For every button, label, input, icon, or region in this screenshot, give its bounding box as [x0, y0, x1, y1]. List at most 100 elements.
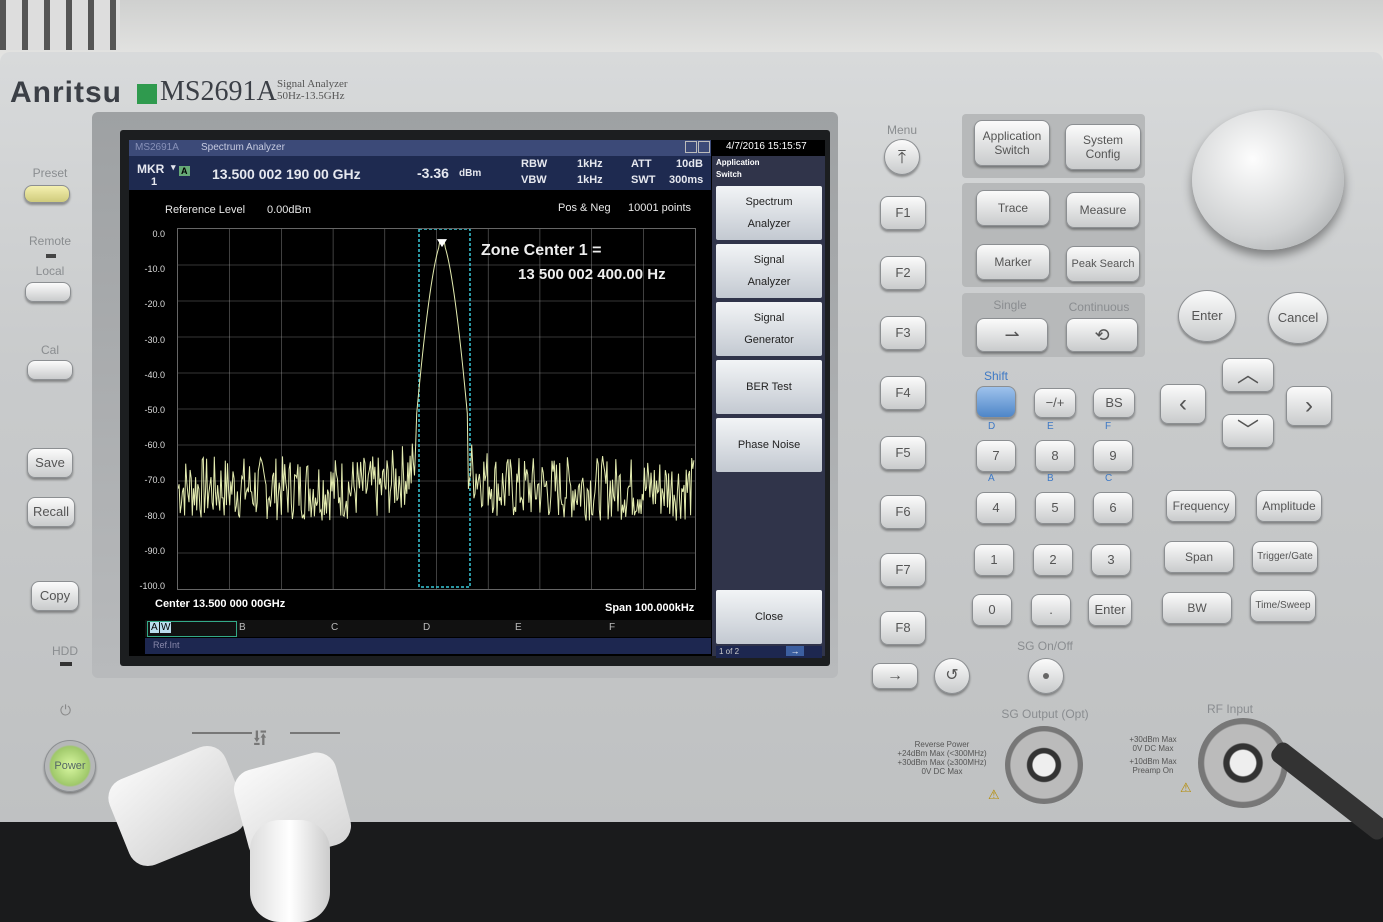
- f5-label: F5: [895, 445, 911, 460]
- measure-button[interactable]: Measure: [1066, 192, 1140, 228]
- f6-label: F6: [895, 504, 911, 519]
- trace-d-label[interactable]: D: [423, 622, 430, 633]
- right-button[interactable]: ›: [1286, 386, 1332, 426]
- span-button[interactable]: Span: [1164, 541, 1234, 573]
- bw-button[interactable]: BW: [1162, 592, 1232, 624]
- softkey-spectrum-analyzer[interactable]: Spectrum Analyzer: [716, 186, 822, 240]
- single-button[interactable]: ⇀: [976, 318, 1048, 352]
- keypad-key-label: .: [1049, 602, 1053, 617]
- trace-b-label[interactable]: B: [239, 622, 246, 633]
- shift-button[interactable]: [976, 386, 1016, 418]
- menu-button[interactable]: ⤒: [884, 139, 920, 175]
- softkey-1-line2: Analyzer: [747, 218, 791, 230]
- sg-on-off-label: SG On/Off: [1017, 639, 1073, 653]
- power-button[interactable]: Power: [44, 740, 96, 792]
- trigger-gate-button[interactable]: Trigger/Gate: [1252, 541, 1318, 573]
- rf-input-connector[interactable]: [1198, 718, 1288, 808]
- return-button[interactable]: ↺: [934, 658, 970, 694]
- trace-button[interactable]: Trace: [976, 190, 1050, 226]
- marker-button[interactable]: Marker: [976, 244, 1050, 280]
- system-config-button[interactable]: System Config: [1065, 124, 1141, 170]
- keypad-8-button[interactable]: 8: [1035, 440, 1075, 472]
- keypad-key-label: 6: [1109, 500, 1117, 515]
- softkey-signal-analyzer[interactable]: Signal Analyzer: [716, 244, 822, 298]
- application-switch-button[interactable]: Application Switch: [974, 120, 1050, 166]
- rf-input-line3: +10dBm Max: [1129, 757, 1177, 766]
- hex-label: A: [988, 473, 995, 484]
- enter-button[interactable]: Enter: [1178, 290, 1236, 342]
- next-arrow-button[interactable]: →: [872, 663, 918, 689]
- keypad-dot-button[interactable]: .: [1031, 594, 1071, 626]
- keypad-1-button[interactable]: 1: [974, 544, 1014, 576]
- keypad-7-button[interactable]: 7: [976, 440, 1016, 472]
- trace-a-box[interactable]: A W: [147, 621, 237, 637]
- save-button[interactable]: Save: [27, 448, 73, 478]
- keypad-9-button[interactable]: 9: [1093, 440, 1133, 472]
- f6-button[interactable]: F6: [880, 495, 926, 529]
- keypad-enter-button[interactable]: Enter: [1088, 594, 1132, 626]
- keypad-4-button[interactable]: 4: [976, 492, 1016, 524]
- keypad-5-button[interactable]: 5: [1035, 492, 1075, 524]
- minimize-icon[interactable]: [685, 141, 697, 153]
- softkey-close[interactable]: Close: [716, 590, 822, 644]
- rf-input-line2: 0V DC Max: [1132, 744, 1174, 753]
- time-sweep-button[interactable]: Time/Sweep: [1250, 590, 1316, 622]
- local-button[interactable]: [25, 282, 71, 302]
- marker-dropdown-icon[interactable]: ▾: [171, 162, 176, 173]
- backspace-button[interactable]: BS: [1093, 388, 1135, 418]
- keypad-0-button[interactable]: 0: [972, 594, 1012, 626]
- minus-plus-button[interactable]: −/+: [1034, 388, 1076, 418]
- next-page-icon[interactable]: →: [786, 646, 804, 656]
- keypad-6-button[interactable]: 6: [1093, 492, 1133, 524]
- usb-cable: [250, 820, 330, 922]
- copy-button[interactable]: Copy: [31, 581, 79, 611]
- trace-c-label[interactable]: C: [331, 622, 338, 633]
- down-button[interactable]: ﹀: [1222, 414, 1274, 448]
- bw-label: BW: [1187, 601, 1207, 615]
- preset-button[interactable]: [24, 185, 70, 203]
- y-tick-label: -100.0: [139, 581, 165, 591]
- sg-output-label: SG Output (Opt): [1001, 707, 1089, 721]
- f1-button[interactable]: F1: [880, 196, 926, 230]
- sg-output-connector[interactable]: [1005, 726, 1083, 804]
- cancel-button[interactable]: Cancel: [1268, 292, 1328, 344]
- maximize-icon[interactable]: [698, 141, 710, 153]
- f7-button[interactable]: F7: [880, 553, 926, 587]
- chevron-right-icon: ›: [1305, 392, 1313, 419]
- f5-button[interactable]: F5: [880, 436, 926, 470]
- usb-icon: ⭿: [253, 726, 268, 751]
- f8-button[interactable]: F8: [880, 611, 926, 645]
- model-subtitle: Signal Analyzer 50Hz-13.5GHz: [277, 78, 348, 102]
- f2-button[interactable]: F2: [880, 256, 926, 290]
- softkey-signal-generator[interactable]: Signal Generator: [716, 302, 822, 356]
- y-tick-label: -50.0: [144, 405, 165, 415]
- keypad-2-button[interactable]: 2: [1033, 544, 1073, 576]
- sg-on-off-button[interactable]: [1028, 658, 1064, 694]
- f3-button[interactable]: F3: [880, 316, 926, 350]
- cancel-label: Cancel: [1277, 310, 1319, 325]
- softkey-phase-noise[interactable]: Phase Noise: [716, 418, 822, 472]
- warning-icon-sg: ⚠: [988, 787, 1000, 802]
- keypad-3-button[interactable]: 3: [1091, 544, 1131, 576]
- up-button[interactable]: ︿: [1222, 358, 1274, 392]
- recall-button[interactable]: Recall: [27, 497, 75, 527]
- rotary-knob[interactable]: [1192, 110, 1344, 250]
- chevron-left-icon: ‹: [1179, 390, 1187, 417]
- left-button[interactable]: ‹: [1160, 384, 1206, 424]
- amplitude-button[interactable]: Amplitude: [1256, 490, 1322, 522]
- keypad-key-label: 1: [990, 552, 998, 567]
- continuous-button[interactable]: ⟲: [1066, 318, 1138, 352]
- f7-label: F7: [895, 562, 911, 577]
- f1-label: F1: [895, 205, 911, 220]
- frequency-button[interactable]: Frequency: [1166, 490, 1236, 522]
- window-blinds: [0, 0, 120, 50]
- softkey-ber-test[interactable]: BER Test: [716, 360, 822, 414]
- trace-f-label[interactable]: F: [609, 622, 615, 633]
- cal-button[interactable]: [27, 360, 73, 380]
- minus-plus-label: −/+: [1045, 395, 1065, 410]
- y-tick-label: -20.0: [144, 299, 165, 310]
- f4-button[interactable]: F4: [880, 376, 926, 410]
- single-sweep-icon: ⇀: [1004, 325, 1020, 345]
- peak-search-button[interactable]: Peak Search: [1066, 246, 1140, 282]
- trace-e-label[interactable]: E: [515, 622, 522, 633]
